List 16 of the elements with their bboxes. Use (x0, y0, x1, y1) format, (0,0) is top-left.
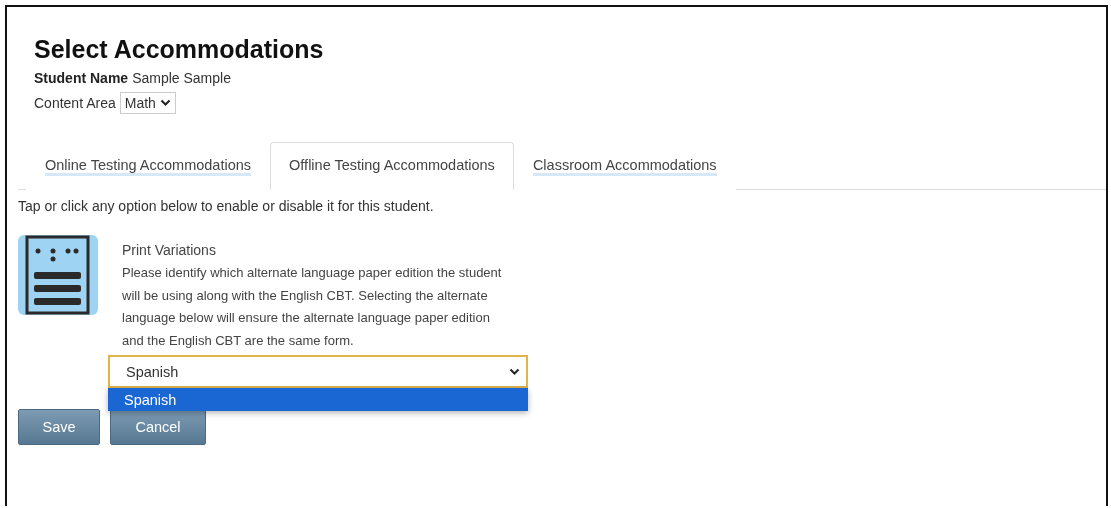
language-select[interactable]: Spanish (108, 355, 528, 388)
instruction-text: Tap or click any option below to enable or disable it for this student. (18, 198, 435, 214)
cancel-button[interactable]: Cancel (110, 409, 206, 445)
field-label: Student Name (34, 70, 129, 86)
student-name: Sample Sample (132, 70, 231, 86)
accommodation-description: Please identify which alternate language paper edition the student will be using along with the English CBT. Selecting the alternate language below will ensure the alternate language paper edition and the English CBT are the same form. (122, 264, 503, 350)
chevron-down-icon (509, 367, 520, 376)
save-button[interactable]: Save (18, 409, 100, 445)
dropdown-option[interactable]: Spanish (108, 388, 528, 411)
content-area-select[interactable]: Math (119, 92, 176, 114)
tab[interactable]: Offline Testing Accommodations (270, 142, 514, 190)
chevron-down-icon (159, 99, 171, 107)
field-label: Content Area (34, 95, 116, 111)
document-icon[interactable] (18, 235, 98, 315)
page-title: Select Accommodations (34, 35, 325, 64)
accommodation-name: Print Variations (122, 242, 217, 258)
